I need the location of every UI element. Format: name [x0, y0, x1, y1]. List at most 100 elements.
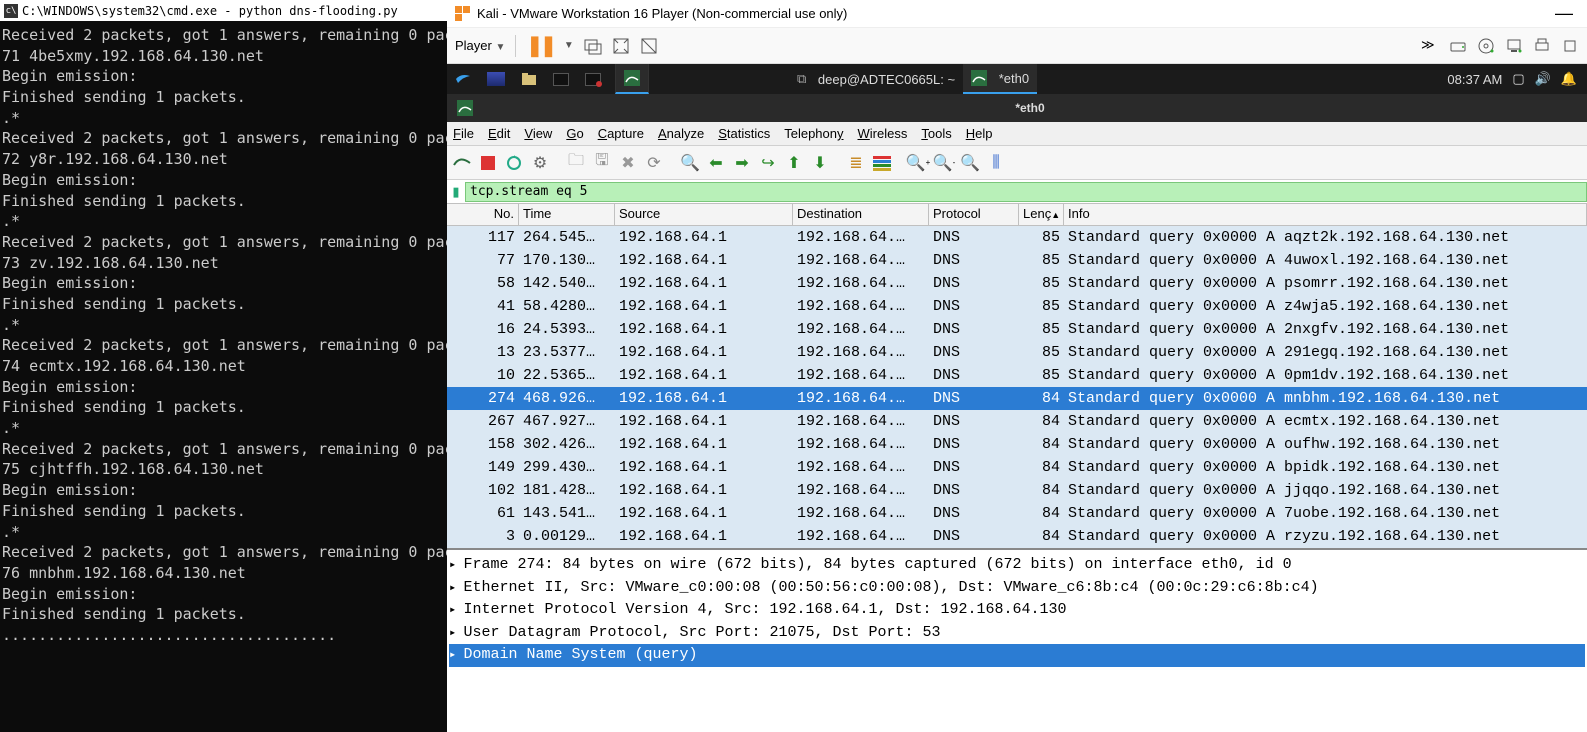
restart-capture-icon[interactable]	[503, 152, 525, 174]
resize-columns-icon[interactable]: ⫼	[985, 152, 1007, 174]
find-icon[interactable]: 🔍	[679, 152, 701, 174]
packet-details[interactable]: Frame 274: 84 bytes on wire (672 bits), …	[447, 548, 1587, 671]
player-menu[interactable]: Player ▼	[455, 38, 505, 53]
save-file-icon[interactable]: 🖫	[591, 152, 613, 174]
menu-analyze[interactable]: Analyze	[658, 126, 704, 141]
packet-row[interactable]: 1323.5377…192.168.64.1192.168.64.…DNS85S…	[447, 341, 1587, 364]
terminal-body[interactable]: Received 2 packets, got 1 answers, remai…	[0, 21, 447, 650]
task-files[interactable]	[513, 64, 545, 94]
task-terminal-1[interactable]	[545, 64, 577, 94]
col-header-destination[interactable]: Destination	[793, 204, 929, 225]
vmware-title-text: Kali - VMware Workstation 16 Player (Non…	[477, 6, 847, 21]
device-cd-icon[interactable]	[1477, 37, 1495, 55]
terminal-title-text: C:\WINDOWS\system32\cmd.exe - python dns…	[22, 4, 398, 18]
device-disk-icon[interactable]	[1449, 37, 1467, 55]
packet-row[interactable]: 30.00129…192.168.64.1192.168.64.…DNS84St…	[447, 525, 1587, 548]
send-ctrl-alt-del-icon[interactable]	[584, 37, 602, 55]
menu-telephony[interactable]: Telephony	[784, 126, 843, 141]
terminal-titlebar[interactable]: c\ C:\WINDOWS\system32\cmd.exe - python …	[0, 0, 447, 21]
menu-tools[interactable]: Tools	[921, 126, 951, 141]
filter-bookmark-icon[interactable]: ▮	[447, 184, 465, 200]
packet-list-header: No. Time Source Destination Protocol Len…	[447, 204, 1587, 226]
zoom-reset-icon[interactable]: 🔍	[959, 152, 981, 174]
detail-line[interactable]: Ethernet II, Src: VMware_c0:00:08 (00:50…	[449, 577, 1585, 600]
menu-view[interactable]: View	[524, 126, 552, 141]
packet-row[interactable]: 61143.541…192.168.64.1192.168.64.…DNS84S…	[447, 502, 1587, 525]
fullscreen-icon[interactable]	[612, 37, 630, 55]
power-menu-chev[interactable]: ▼	[564, 40, 574, 51]
capture-options-icon[interactable]: ⚙	[529, 152, 551, 174]
wireshark-titlebar[interactable]: *eth0	[447, 94, 1587, 122]
auto-scroll-icon[interactable]: ≣	[845, 152, 867, 174]
detail-line[interactable]: Internet Protocol Version 4, Src: 192.16…	[449, 599, 1585, 622]
workspace-icon[interactable]: ▢	[1512, 71, 1524, 87]
close-file-icon[interactable]: ✖	[617, 152, 639, 174]
next-packet-icon[interactable]: ➡	[731, 152, 753, 174]
vmware-titlebar[interactable]: Kali - VMware Workstation 16 Player (Non…	[447, 0, 1587, 28]
zoom-out-icon[interactable]: 🔍-	[933, 152, 955, 174]
menu-edit[interactable]: Edit	[488, 126, 510, 141]
taskbar-wireshark-tab[interactable]: *eth0	[963, 64, 1037, 94]
stop-capture-icon[interactable]	[477, 152, 499, 174]
col-header-no[interactable]: No.	[447, 204, 519, 225]
display-filter-input[interactable]	[465, 182, 1587, 202]
detail-line[interactable]: User Datagram Protocol, Src Port: 21075,…	[449, 622, 1585, 645]
packet-row[interactable]: 117264.545…192.168.64.1192.168.64.…DNS85…	[447, 226, 1587, 249]
packet-row[interactable]: 58142.540…192.168.64.1192.168.64.…DNS85S…	[447, 272, 1587, 295]
detail-line[interactable]: Frame 274: 84 bytes on wire (672 bits), …	[449, 554, 1585, 577]
task-wireshark-active[interactable]	[615, 64, 649, 94]
reload-icon[interactable]: ⟳	[643, 152, 665, 174]
jump-packet-icon[interactable]: ↪	[757, 152, 779, 174]
task-show-desktop[interactable]	[479, 64, 513, 94]
start-capture-icon[interactable]	[451, 152, 473, 174]
notification-icon[interactable]: 🔔	[1561, 71, 1577, 87]
pause-icon[interactable]: ❚❚	[526, 33, 554, 58]
kali-menu-icon[interactable]	[447, 64, 479, 94]
zoom-in-icon[interactable]: 🔍+	[907, 152, 929, 174]
volume-icon[interactable]: 🔊	[1535, 71, 1551, 87]
col-header-time[interactable]: Time	[519, 204, 615, 225]
packet-row[interactable]: 267467.927…192.168.64.1192.168.64.…DNS84…	[447, 410, 1587, 433]
vmware-icon	[453, 4, 473, 24]
kali-taskbar: ⧉ deep@ADTEC0665L: ~ *eth0 08:37 AM ▢ 🔊 …	[447, 64, 1587, 94]
task-terminal-2[interactable]	[577, 64, 609, 94]
first-packet-icon[interactable]: ⬆	[783, 152, 805, 174]
detail-line[interactable]: Domain Name System (query)	[449, 644, 1585, 667]
col-header-info[interactable]: Info	[1064, 204, 1587, 225]
packet-row[interactable]: 77170.130…192.168.64.1192.168.64.…DNS85S…	[447, 249, 1587, 272]
wireshark-menubar: File Edit View Go Capture Analyze Statis…	[447, 122, 1587, 146]
packet-row[interactable]: 1624.5393…192.168.64.1192.168.64.…DNS85S…	[447, 318, 1587, 341]
colorize-icon[interactable]	[871, 152, 893, 174]
packet-row[interactable]: 102181.428…192.168.64.1192.168.64.…DNS84…	[447, 479, 1587, 502]
menu-file[interactable]: File	[453, 126, 474, 141]
device-network-icon[interactable]	[1505, 37, 1523, 55]
menu-statistics[interactable]: Statistics	[718, 126, 770, 141]
device-printer-icon[interactable]	[1533, 37, 1551, 55]
menu-wireless[interactable]: Wireless	[858, 126, 908, 141]
prev-packet-icon[interactable]: ⬅	[705, 152, 727, 174]
col-header-length[interactable]: Lenç▲	[1019, 204, 1064, 225]
menu-go[interactable]: Go	[566, 126, 583, 141]
wireshark-app-icon	[447, 100, 473, 116]
packet-row[interactable]: 158302.426…192.168.64.1192.168.64.…DNS84…	[447, 433, 1587, 456]
menu-help[interactable]: Help	[966, 126, 993, 141]
clock[interactable]: 08:37 AM	[1447, 72, 1502, 87]
windows-terminal: c\ C:\WINDOWS\system32\cmd.exe - python …	[0, 0, 447, 732]
packet-row[interactable]: 1022.5365…192.168.64.1192.168.64.…DNS85S…	[447, 364, 1587, 387]
menu-capture[interactable]: Capture	[598, 126, 644, 141]
minimize-button[interactable]: —	[1547, 3, 1581, 24]
packet-row[interactable]: 4158.4280…192.168.64.1192.168.64.…DNS85S…	[447, 295, 1587, 318]
packet-list[interactable]: 117264.545…192.168.64.1192.168.64.…DNS85…	[447, 226, 1587, 548]
taskbar-terminal-tab[interactable]: ⧉ deep@ADTEC0665L: ~	[789, 64, 963, 94]
col-header-protocol[interactable]: Protocol	[929, 204, 1019, 225]
vmware-toolbar: Player ▼ ❚❚ ▼ ≫	[447, 28, 1587, 64]
unity-icon[interactable]	[640, 37, 658, 55]
packet-row[interactable]: 149299.430…192.168.64.1192.168.64.…DNS84…	[447, 456, 1587, 479]
col-header-source[interactable]: Source	[615, 204, 793, 225]
last-packet-icon[interactable]: ⬇	[809, 152, 831, 174]
cmd-icon: c\	[4, 4, 18, 18]
open-file-icon[interactable]: 🗀	[565, 152, 587, 174]
device-sound-icon[interactable]	[1561, 37, 1579, 55]
device-icon-1[interactable]: ≫	[1421, 37, 1439, 55]
packet-row[interactable]: 274468.926…192.168.64.1192.168.64.…DNS84…	[447, 387, 1587, 410]
